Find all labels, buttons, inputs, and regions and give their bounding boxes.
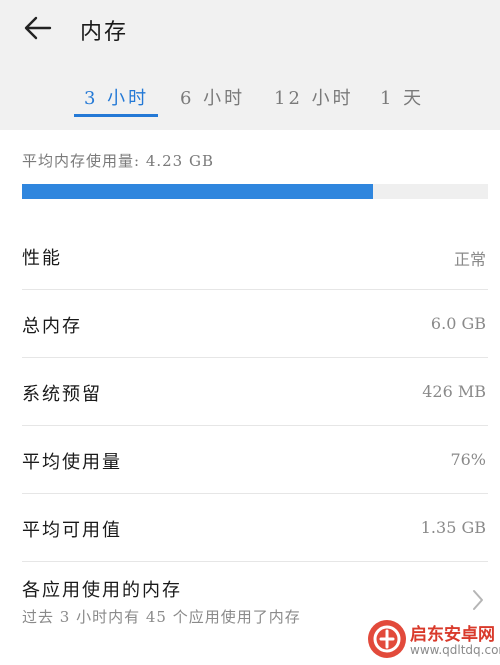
- row-label: 系统预留: [22, 384, 102, 405]
- row-label: 平均使用量: [22, 452, 122, 473]
- memory-usage-bar-fill: [22, 184, 374, 199]
- row-average-usage: 平均使用量 76%: [0, 426, 500, 494]
- row-label: 平均可用值: [22, 520, 122, 541]
- watermark-logo-icon: [368, 620, 406, 658]
- row-performance: 性能 正常: [0, 222, 500, 290]
- row-value: 正常: [453, 250, 486, 269]
- row-value: 1.35 GB: [420, 518, 486, 537]
- watermark-url: www.qdltdq.com: [410, 643, 500, 657]
- memory-usage-bar: [22, 184, 488, 199]
- average-memory-usage: 平均内存使用量: 4.23 GB: [22, 152, 214, 170]
- top-bar: 内存 3 小时 6 小时 12 小时 1 天: [0, 0, 500, 130]
- back-arrow-icon[interactable]: [22, 12, 54, 44]
- active-tab-indicator: [74, 114, 158, 117]
- page-title: 内存: [80, 20, 129, 45]
- tab-6-hours[interactable]: 6 小时: [180, 84, 245, 110]
- site-watermark: 启东安卓网 www.qdltdq.com: [368, 616, 500, 665]
- row-label: 总内存: [22, 316, 82, 337]
- row-average-available: 平均可用值 1.35 GB: [0, 494, 500, 562]
- row-system-reserved: 系统预留 426 MB: [0, 358, 500, 426]
- tab-3-hours[interactable]: 3 小时: [84, 84, 149, 110]
- row-label: 性能: [22, 248, 62, 269]
- row-value: 76%: [450, 450, 486, 469]
- watermark-text: 启东安卓网: [410, 625, 495, 645]
- row-value: 426 MB: [422, 382, 486, 401]
- row-value: 6.0 GB: [430, 314, 486, 333]
- chevron-right-icon: [470, 588, 486, 612]
- row-total-memory: 总内存 6.0 GB: [0, 290, 500, 358]
- tab-12-hours[interactable]: 12 小时: [274, 84, 354, 110]
- app-memory-subtitle: 过去 3 小时内有 45 个应用使用了内存: [22, 608, 301, 626]
- tab-1-day[interactable]: 1 天: [380, 84, 424, 110]
- app-memory-title: 各应用使用的内存: [22, 580, 182, 601]
- time-range-tabs: 3 小时 6 小时 12 小时 1 天: [0, 78, 500, 118]
